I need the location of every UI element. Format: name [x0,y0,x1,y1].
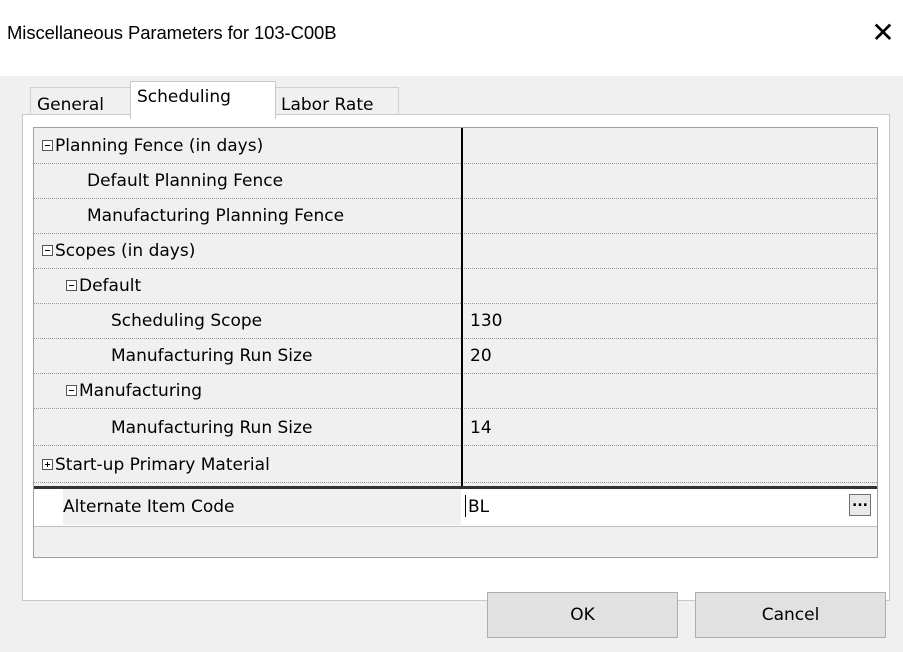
row-divider [34,526,877,527]
tab-scheduling[interactable]: Scheduling [130,81,276,119]
row-label: Planning Fence (in days) [55,136,264,156]
grid-row-mfg-planning-fence[interactable]: Manufacturing Planning Fence [34,199,877,234]
row-label: Default [79,276,142,296]
close-icon[interactable]: ✕ [868,18,898,48]
ok-button[interactable]: OK [487,592,678,638]
text-caret [465,495,466,517]
row-label: Start-up Primary Material [55,455,270,475]
row-label: Manufacturing Planning Fence [87,206,345,226]
collapse-icon[interactable] [42,140,53,151]
window-title: Miscellaneous Parameters for 103-C00B [7,22,337,43]
row-label: Alternate Item Code [63,489,461,525]
tab-strip: General Labor Rate Scheduling [0,76,903,121]
ellipsis-button[interactable]: ... [849,494,871,516]
grid-row-default[interactable]: Default [34,269,877,304]
grid-row-scopes[interactable]: Scopes (in days) [34,234,877,269]
collapse-icon[interactable] [42,245,53,256]
row-label: Scopes (in days) [55,241,196,261]
cancel-button[interactable]: Cancel [695,592,886,638]
grid-row-manufacturing[interactable]: Manufacturing [34,374,877,409]
row-value[interactable]: 20 [470,339,492,373]
title-bar: Miscellaneous Parameters for 103-C00B ✕ [0,0,903,76]
grid-row-default-run-size[interactable]: Manufacturing Run Size 20 [34,339,877,374]
row-label: Manufacturing Run Size [111,346,313,366]
grid-row-startup-material[interactable]: Start-up Primary Material [34,448,877,483]
grid-row-scheduling-scope[interactable]: Scheduling Scope 130 [34,304,877,339]
grid-row-default-planning-fence[interactable]: Default Planning Fence [34,164,877,199]
input-value[interactable]: BL [468,491,489,523]
grid-row-mfg-run-size[interactable]: Manufacturing Run Size 14 [34,411,877,446]
row-label: Default Planning Fence [87,171,284,191]
row-value[interactable]: 14 [470,411,492,445]
row-value[interactable]: 130 [470,304,502,338]
row-label: Manufacturing [79,381,203,401]
property-grid: Planning Fence (in days) Default Plannin… [33,127,878,558]
grid-row-planning-fence[interactable]: Planning Fence (in days) [34,129,877,164]
grid-row-alternate-item-code[interactable]: Alternate Item Code BL ... [34,489,877,526]
row-label: Manufacturing Run Size [111,418,313,438]
expand-icon[interactable] [42,459,53,470]
row-label: Scheduling Scope [111,311,263,331]
alternate-item-code-input[interactable]: BL ... [464,491,873,523]
collapse-icon[interactable] [66,280,77,291]
column-divider[interactable] [461,128,463,486]
collapse-icon[interactable] [66,385,77,396]
